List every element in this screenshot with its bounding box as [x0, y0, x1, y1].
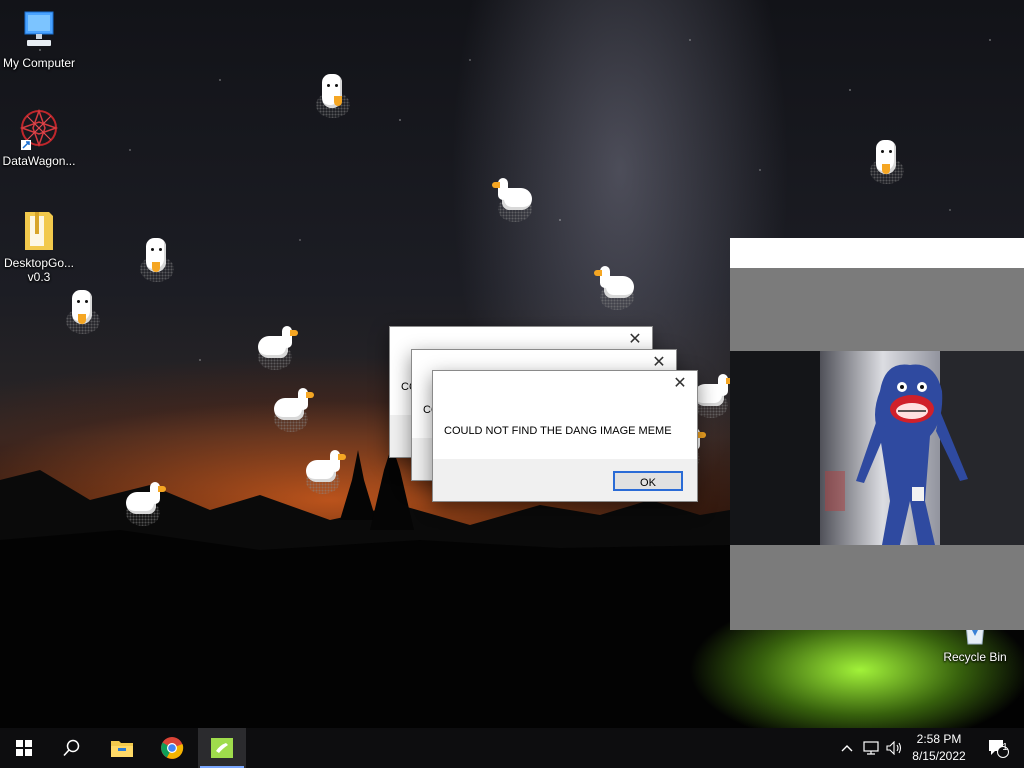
goose-sprite	[868, 140, 904, 184]
close-icon[interactable]: ✕	[626, 331, 644, 349]
desktop-icon-my-computer[interactable]: My Computer	[0, 10, 78, 70]
search-button[interactable]	[48, 728, 96, 768]
chrome-icon	[161, 737, 184, 759]
goose-sprite	[124, 482, 166, 526]
desktop-icon-datawagon[interactable]: DataWagon...	[0, 108, 78, 168]
taskbar: 2:58 PM 8/15/2022 1	[0, 728, 1024, 768]
desktop-icon-label: My Computer	[2, 56, 76, 70]
clock-date: 8/15/2022	[912, 749, 966, 763]
taskbar-clock[interactable]: 2:58 PM 8/15/2022	[900, 731, 978, 765]
search-icon	[63, 739, 80, 757]
file-explorer-icon	[111, 741, 133, 757]
desktop-icon-label: Recycle Bin	[943, 650, 1007, 664]
goose-sprite	[594, 266, 636, 310]
close-icon[interactable]: ✕	[671, 375, 689, 393]
window-titlebar[interactable]	[730, 238, 1024, 268]
goose-sprite	[256, 326, 298, 370]
dialog-content-area	[433, 371, 697, 459]
desktop-goose-icon	[211, 738, 233, 758]
tray-network[interactable]	[860, 728, 882, 768]
dialog-message: COULD NOT FIND THE DANG IMAGE MEME	[444, 425, 672, 437]
taskbar-chrome[interactable]	[148, 728, 196, 768]
windows-logo-icon	[16, 740, 32, 756]
desktop-icon-desktopgoose[interactable]: DesktopGo... v0.3	[0, 208, 78, 284]
clock-time: 2:58 PM	[916, 732, 962, 746]
goose-sprite	[492, 178, 534, 222]
huggy-wuggy-figure	[730, 351, 1024, 545]
taskbar-file-explorer[interactable]	[98, 728, 146, 768]
desktop-icon-label: DesktopGo... v0.3	[3, 256, 75, 284]
goose-sprite	[272, 388, 314, 432]
meme-image-window[interactable]	[730, 238, 1024, 630]
datawagon-icon	[19, 108, 59, 150]
goose-sprite	[64, 290, 100, 334]
computer-icon	[24, 11, 54, 46]
ok-button[interactable]: OK	[613, 471, 683, 491]
network-icon	[863, 741, 879, 755]
goose-sprite	[138, 238, 174, 282]
action-center-button[interactable]: 1	[978, 728, 1018, 768]
desktop-icon-recycle-bin[interactable]: Recycle Bin	[936, 624, 1014, 664]
notifications-badge: 1	[1002, 742, 1008, 753]
goose-sprite	[304, 450, 346, 494]
desktop-icon-label: DataWagon...	[2, 154, 76, 168]
tray-show-hidden-icons[interactable]	[838, 728, 856, 768]
taskbar-desktop-goose[interactable]	[198, 728, 246, 768]
chevron-up-icon	[841, 745, 853, 752]
error-dialog-front[interactable]: ✕ COULD NOT FIND THE DANG IMAGE MEME OK	[432, 370, 698, 502]
folder-zip-icon	[25, 212, 53, 250]
start-button[interactable]	[0, 728, 48, 768]
goose-sprite	[314, 74, 350, 118]
meme-image	[730, 351, 1024, 545]
